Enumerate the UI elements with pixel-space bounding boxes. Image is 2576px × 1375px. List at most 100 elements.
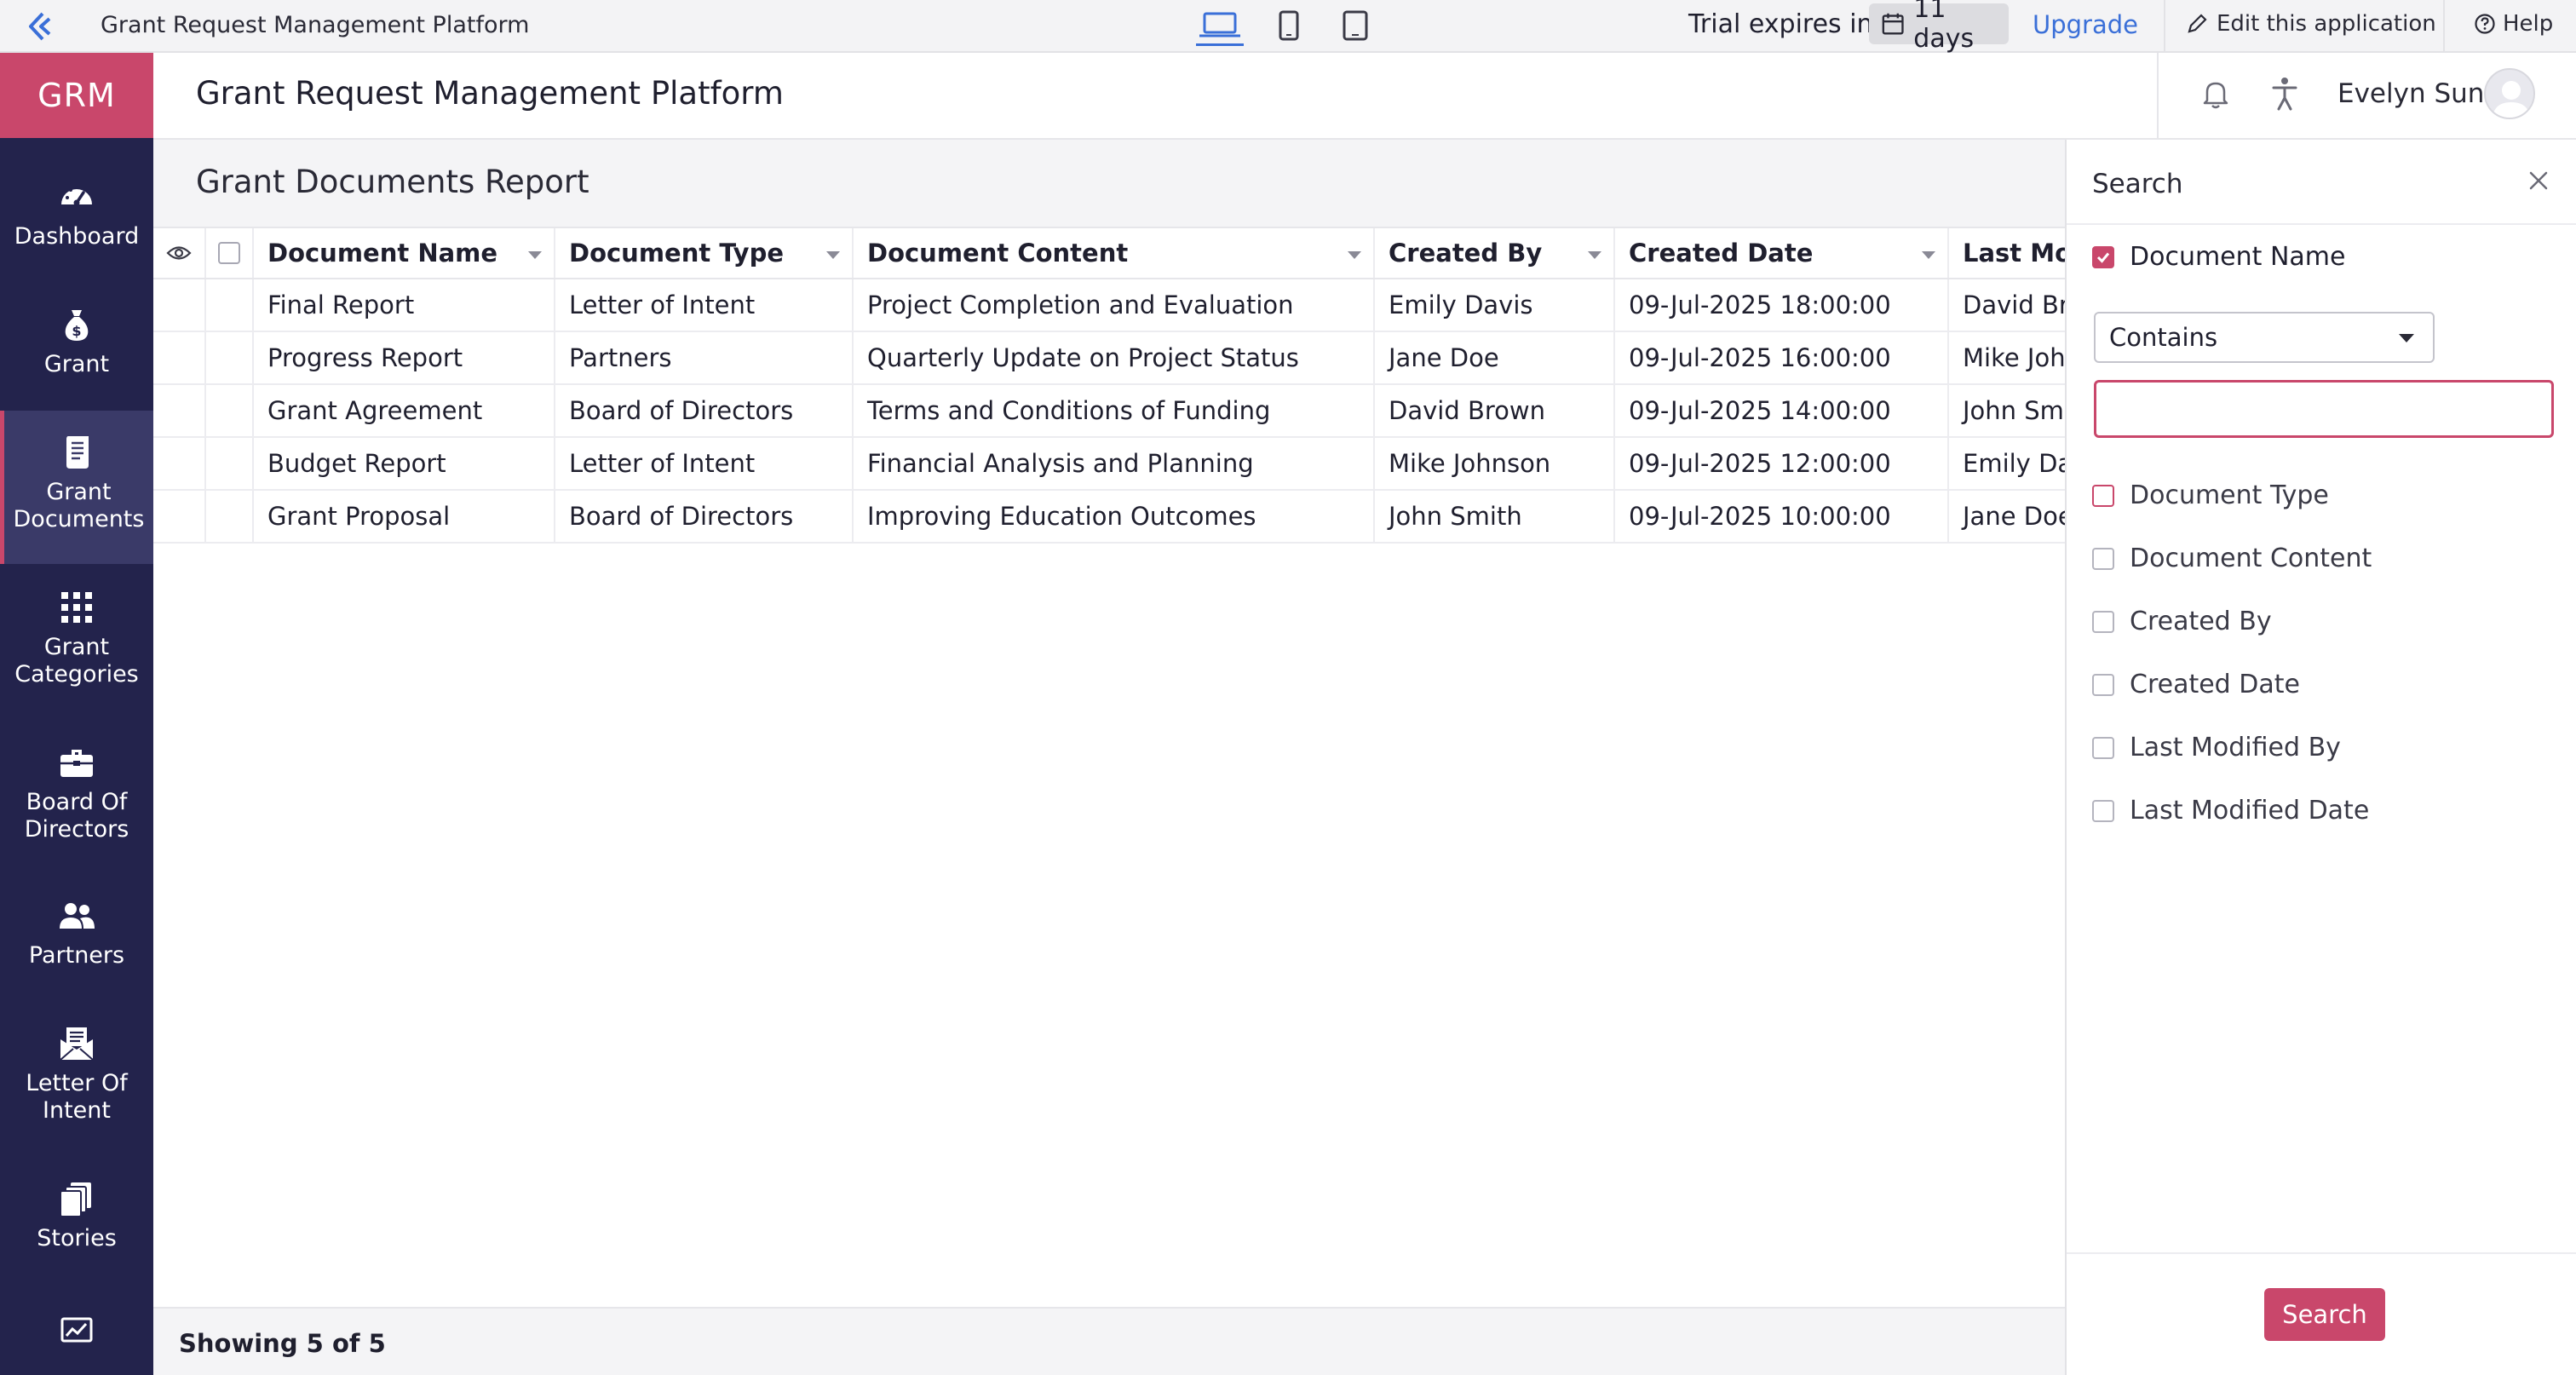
- search-field-document-name[interactable]: Document Name: [2092, 242, 2345, 272]
- checkbox[interactable]: [2092, 547, 2114, 570]
- search-field-last-modified-by[interactable]: Last Modified By: [2092, 733, 2341, 762]
- user-name[interactable]: Evelyn Sun: [2337, 78, 2484, 109]
- record-count: Showing 5 of 5: [179, 1329, 386, 1358]
- brand-logo[interactable]: GRM: [0, 53, 153, 138]
- cell-last-modified-by: John Smi: [1963, 396, 2065, 425]
- search-field-document-content[interactable]: Document Content: [2092, 544, 2372, 573]
- table-row[interactable]: Budget Report Letter of Intent Financial…: [153, 438, 2065, 491]
- cell-document-content: Quarterly Update on Project Status: [854, 332, 1375, 383]
- checkbox[interactable]: [2092, 245, 2114, 268]
- laptop-icon: [1199, 12, 1240, 37]
- divider: [2067, 223, 2576, 225]
- cell-created-by: Emily Davis: [1375, 279, 1615, 331]
- sort-caret-icon[interactable]: [528, 251, 542, 259]
- cell-last-modified-by: Mike John: [1963, 343, 2065, 372]
- search-field-last-modified-date[interactable]: Last Modified Date: [2092, 796, 2369, 826]
- close-icon[interactable]: [2527, 169, 2550, 193]
- checkbox[interactable]: [2092, 610, 2114, 633]
- trial-label: Trial expires in: [1688, 9, 1873, 39]
- column-header-document-content[interactable]: Document Content: [854, 228, 1375, 278]
- row-select-cell: [206, 279, 254, 331]
- checkbox[interactable]: [2092, 484, 2114, 507]
- search-field-label: Document Content: [2130, 544, 2372, 573]
- column-visibility-button[interactable]: [153, 228, 206, 278]
- operator-select[interactable]: Contains: [2094, 312, 2435, 363]
- sort-caret-icon[interactable]: [1922, 251, 1935, 259]
- sidebar-item-grant-documents[interactable]: Grant Documents: [0, 411, 153, 564]
- app-title: Grant Request Management Platform: [101, 12, 530, 38]
- checkmark-icon: [2096, 252, 2110, 263]
- row-spacer: [153, 332, 206, 383]
- cell-document-content: Improving Education Outcomes: [854, 491, 1375, 542]
- search-field-document-type[interactable]: Document Type: [2092, 480, 2329, 510]
- avatar[interactable]: [2484, 68, 2535, 119]
- divider: [2157, 53, 2159, 138]
- table-row[interactable]: Final Report Letter of Intent Project Co…: [153, 279, 2065, 332]
- sidebar-item-grant[interactable]: $ Grant: [0, 305, 153, 378]
- scroll-document-icon: [66, 436, 89, 469]
- search-button[interactable]: Search: [2264, 1288, 2385, 1341]
- sort-caret-icon[interactable]: [1348, 251, 1361, 259]
- report-title: Grant Documents Report: [196, 164, 589, 200]
- table-row[interactable]: Progress Report Partners Quarterly Updat…: [153, 332, 2065, 385]
- cell-created-by: David Brown: [1375, 385, 1615, 436]
- sidebar-item-partners[interactable]: Partners: [0, 896, 153, 969]
- search-field-label: Created By: [2130, 607, 2272, 636]
- search-field-created-by[interactable]: Created By: [2092, 607, 2272, 636]
- column-header-label: Document Name: [267, 239, 498, 268]
- cell-last-modified-by: David Bro: [1963, 291, 2065, 319]
- briefcase-icon: [60, 750, 93, 777]
- sidebar-item-label: Stories: [37, 1225, 117, 1251]
- column-header-created-by[interactable]: Created By: [1375, 228, 1615, 278]
- help-button[interactable]: Help: [2474, 11, 2553, 37]
- column-header-document-name[interactable]: Document Name: [254, 228, 555, 278]
- table-row[interactable]: Grant Proposal Board of Directors Improv…: [153, 491, 2065, 544]
- trial-days-value: 11 days: [1913, 0, 1975, 54]
- top-bar: Grant Request Management Platform Trial …: [0, 0, 2576, 54]
- checkbox[interactable]: [2092, 673, 2114, 696]
- app-logo-icon[interactable]: [24, 10, 58, 43]
- row-select-cell: [206, 385, 254, 436]
- table-row[interactable]: Grant Agreement Board of Directors Terms…: [153, 385, 2065, 438]
- sidebar-item-dashboard[interactable]: Dashboard: [0, 177, 153, 250]
- column-header-last-modified-by[interactable]: Last Modi: [1949, 228, 2065, 278]
- row-spacer: [153, 385, 206, 436]
- grid-dots-icon: [61, 592, 92, 623]
- edit-application-button[interactable]: Edit this application: [2186, 11, 2436, 37]
- checkbox[interactable]: [218, 242, 240, 264]
- eye-icon: [166, 246, 192, 260]
- table-header-row: Document Name Document Type Document Con…: [153, 227, 2065, 279]
- sidebar-item-more[interactable]: [0, 1312, 153, 1358]
- accessibility-icon[interactable]: [2269, 75, 2300, 112]
- select-all-checkbox[interactable]: [206, 228, 254, 278]
- search-field-created-date[interactable]: Created Date: [2092, 670, 2300, 699]
- sidebar-item-letter-of-intent[interactable]: Letter Of Intent: [0, 1024, 153, 1125]
- cell-document-name: Progress Report: [254, 332, 555, 383]
- page-title: Grant Request Management Platform: [196, 75, 784, 112]
- question-circle-icon: [2475, 14, 2495, 34]
- tablet-icon: [1343, 10, 1368, 41]
- search-panel-title: Search: [2092, 169, 2183, 199]
- sidebar: GRM Dashboard $ Grant Grant Documents Gr…: [0, 53, 153, 1375]
- search-value-input[interactable]: [2094, 380, 2554, 438]
- checkbox[interactable]: [2092, 736, 2114, 759]
- sidebar-item-label: Dashboard: [14, 223, 140, 250]
- sidebar-item-stories[interactable]: Stories: [0, 1179, 153, 1252]
- column-header-document-type[interactable]: Document Type: [555, 228, 854, 278]
- sort-caret-icon[interactable]: [826, 251, 840, 259]
- page-header: Grant Request Management Platform Evelyn…: [153, 53, 2576, 140]
- sidebar-item-board-of-directors[interactable]: Board Of Directors: [0, 743, 153, 843]
- report-footer: Showing 5 of 5: [153, 1307, 2065, 1375]
- sort-caret-icon[interactable]: [1588, 251, 1601, 259]
- tablet-view-button[interactable]: [1341, 9, 1370, 46]
- sidebar-item-grant-categories[interactable]: Grant Categories: [0, 588, 153, 688]
- help-label: Help: [2503, 11, 2554, 37]
- notification-bell-icon[interactable]: [2199, 77, 2232, 111]
- mobile-view-button[interactable]: [1276, 9, 1302, 46]
- checkbox[interactable]: [2092, 799, 2114, 822]
- column-header-created-date[interactable]: Created Date: [1615, 228, 1949, 278]
- sidebar-item-label: Grant Documents: [13, 479, 145, 532]
- cell-created-date: 09-Jul-2025 18:00:00: [1615, 279, 1949, 331]
- upgrade-link[interactable]: Upgrade: [2033, 10, 2138, 39]
- desktop-view-button[interactable]: [1196, 9, 1244, 46]
